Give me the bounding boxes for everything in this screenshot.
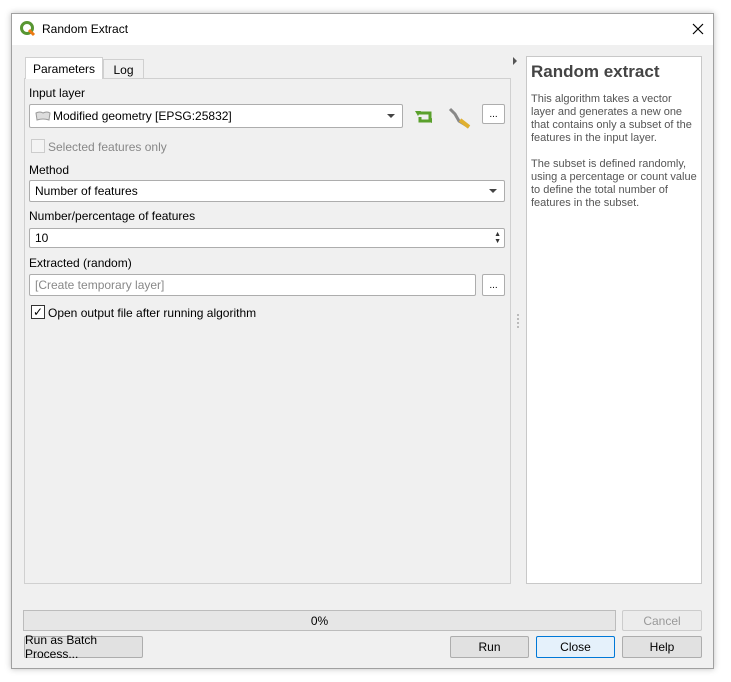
parameters-panel: Input layer Modified geometry [EPSG:2583… <box>24 78 511 584</box>
close-icon[interactable] <box>692 23 704 35</box>
run-button[interactable]: Run <box>450 636 529 658</box>
open-output-checkbox[interactable]: ✓ <box>31 305 45 319</box>
selected-features-label: Selected features only <box>48 140 167 154</box>
method-combo[interactable]: Number of features <box>29 180 505 202</box>
number-spinbox[interactable]: 10 ▲ ▼ <box>29 228 505 248</box>
tab-log[interactable]: Log <box>103 59 144 79</box>
input-layer-label: Input layer <box>29 86 86 100</box>
window-title: Random Extract <box>42 22 129 36</box>
help-paragraph: This algorithm takes a vector layer and … <box>531 93 692 144</box>
polygon-layer-icon <box>35 111 51 121</box>
spin-arrows-icon[interactable]: ▲ ▼ <box>494 231 501 245</box>
chevron-down-icon <box>387 114 395 118</box>
output-field[interactable]: [Create temporary layer] <box>29 274 476 296</box>
iterate-icon[interactable] <box>413 107 437 127</box>
run-batch-button[interactable]: Run as Batch Process... <box>24 633 143 661</box>
output-browse-button[interactable]: ... <box>482 274 505 296</box>
splitter-handle[interactable] <box>517 314 519 328</box>
chevron-down-icon <box>489 189 497 193</box>
selected-features-checkbox[interactable] <box>31 139 45 153</box>
qgis-logo-icon <box>20 21 36 37</box>
tab-parameters[interactable]: Parameters <box>25 57 103 79</box>
help-panel: Random extract This algorithm takes a ve… <box>526 56 702 584</box>
progress-bar: 0% <box>23 610 616 631</box>
cancel-button[interactable]: Cancel <box>622 610 702 631</box>
help-paragraph: The subset is defined randomly, using a … <box>531 158 697 209</box>
advanced-options-button[interactable]: ... <box>482 104 505 124</box>
method-value: Number of features <box>35 184 138 198</box>
wrench-icon[interactable] <box>447 105 473 129</box>
number-value: 10 <box>35 231 49 245</box>
close-button[interactable]: Close <box>536 636 615 658</box>
collapse-help-icon[interactable] <box>513 57 517 65</box>
input-layer-value: Modified geometry [EPSG:25832] <box>53 109 232 123</box>
help-title: Random extract <box>531 62 660 81</box>
dialog-window: Random Extract Parameters Log Input laye… <box>11 13 714 669</box>
help-button[interactable]: Help <box>622 636 702 658</box>
title-bar: Random Extract <box>12 14 713 45</box>
output-label: Extracted (random) <box>29 256 132 270</box>
progress-text: 0% <box>310 613 329 628</box>
input-layer-combo[interactable]: Modified geometry [EPSG:25832] <box>29 104 403 128</box>
method-label: Method <box>29 163 70 177</box>
open-output-label: Open output file after running algorithm <box>48 306 257 320</box>
number-label: Number/percentage of features <box>29 209 196 223</box>
